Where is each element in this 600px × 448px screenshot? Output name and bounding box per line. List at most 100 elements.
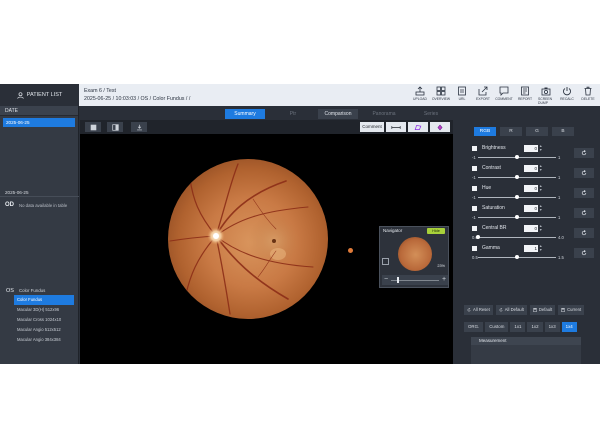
stepper-arrows-icon[interactable]: ▲ ▼ <box>539 164 542 172</box>
series-item-angio-512[interactable]: Macular Angio 512x512 <box>14 325 79 335</box>
adjust-knob[interactable] <box>515 155 519 159</box>
export-icon <box>478 86 488 96</box>
save-icon <box>561 308 565 312</box>
zoom-slider[interactable]: − + <box>382 275 448 285</box>
navigator-thumbnail[interactable] <box>398 237 432 271</box>
series-item-macular-cross[interactable]: Macular Cross 1024x10 <box>14 315 79 325</box>
current-button[interactable]: Current <box>558 305 585 315</box>
url-button[interactable]: URL <box>454 86 470 105</box>
recalc-button[interactable]: RECALC <box>559 86 575 105</box>
tab-ptr[interactable]: Ptr <box>273 109 313 119</box>
adjust-reset-button[interactable] <box>574 188 594 198</box>
stepper-arrows-icon[interactable]: ▲ ▼ <box>539 184 542 192</box>
adjust-knob[interactable] <box>515 175 519 179</box>
stepper-arrows-icon[interactable]: ▲ ▼ <box>539 204 542 212</box>
tab-comparison[interactable]: Comparison <box>318 109 358 119</box>
series-item-angio-384[interactable]: Macular Angio 384x384 <box>14 335 79 345</box>
download-button[interactable] <box>131 122 147 132</box>
stepper-arrows-icon[interactable]: ▲ ▼ <box>539 244 542 252</box>
enable-checkbox[interactable] <box>472 206 477 211</box>
patient-list-label: PATIENT LIST <box>26 92 63 98</box>
enable-checkbox[interactable] <box>472 246 477 251</box>
zoom-knob[interactable] <box>396 277 399 283</box>
adjust-knob[interactable] <box>515 255 519 259</box>
enable-checkbox[interactable] <box>472 226 477 231</box>
adjust-value-input[interactable]: 0 <box>524 205 538 212</box>
main-toolbar: UPLOAD OVERVIEW URL EXPORT COMMENT REPOR… <box>412 86 596 105</box>
patient-list-button[interactable]: PATIENT LIST <box>0 84 79 106</box>
adjust-knob[interactable] <box>515 195 519 199</box>
adjust-value-input[interactable]: 0 <box>524 185 538 192</box>
adjust-track[interactable] <box>478 237 556 238</box>
comment-toolbar-button[interactable]: COMMENT <box>495 86 513 105</box>
all-reset-button[interactable]: All Reset <box>464 305 493 315</box>
series-item-color-fundus[interactable]: Color Fundus <box>14 295 74 305</box>
screen-dump-button[interactable]: SCREEN DUMP <box>538 86 554 105</box>
adjust-value-input[interactable]: 0 <box>524 145 538 152</box>
adjust-value-input[interactable]: 0 <box>524 225 538 232</box>
channel-tabs: RGB R G B <box>474 127 574 136</box>
adjust-reset-button[interactable] <box>574 228 594 238</box>
channel-g[interactable]: G <box>526 127 548 136</box>
image-viewer[interactable]: Comment Navigator Hide 23% − + <box>80 120 453 364</box>
fit-to-window-icon[interactable] <box>382 258 389 265</box>
adjust-knob[interactable] <box>515 215 519 219</box>
tab-panorama[interactable]: Panorama <box>364 109 404 119</box>
adjust-reset-button[interactable] <box>574 148 594 158</box>
refresh-icon <box>581 170 587 176</box>
view-1x3[interactable]: 1x3 <box>544 322 560 332</box>
comment-button[interactable]: Comment <box>360 122 384 132</box>
left-panel: DATE 2025-06-25 2025-06-25 OD No data av… <box>0 106 79 364</box>
enable-checkbox[interactable] <box>472 146 477 151</box>
view-org[interactable]: ORG. <box>464 322 484 332</box>
export-button[interactable]: EXPORT <box>475 86 491 105</box>
reset-icon <box>499 308 503 312</box>
adjust-knob[interactable] <box>476 235 480 239</box>
refresh-icon <box>581 210 587 216</box>
delete-button[interactable]: DELETE <box>580 86 596 105</box>
default-button[interactable]: Default <box>529 305 556 315</box>
measure-line-button[interactable] <box>386 122 406 132</box>
enable-checkbox[interactable] <box>472 166 477 171</box>
adjust-reset-button[interactable] <box>574 168 594 178</box>
app-window: PATIENT LIST Exam 6 / Test 2025-06-25 / … <box>0 84 600 364</box>
series-item-macular-3d[interactable]: Macular 3D(H) 512x96 <box>14 305 79 315</box>
adjust-label: Hue <box>482 185 492 191</box>
split-view-button[interactable] <box>107 122 123 132</box>
selected-date-row[interactable]: 2025-06-25 <box>3 118 75 127</box>
zoom-in-icon[interactable]: + <box>440 275 448 285</box>
upload-button[interactable]: UPLOAD <box>412 86 428 105</box>
tab-series[interactable]: Series <box>411 109 451 119</box>
adjust-max: 1 <box>558 195 561 200</box>
adjust-min: -1 <box>472 155 476 160</box>
draw-area-button[interactable] <box>430 122 450 132</box>
stepper-arrows-icon[interactable]: ▲ ▼ <box>539 144 542 152</box>
report-button[interactable]: REPORT <box>517 86 533 105</box>
draw-polygon-button[interactable] <box>408 122 428 132</box>
adjust-value-input[interactable]: 1 <box>524 245 538 252</box>
overview-button[interactable]: OVERVIEW <box>432 86 450 105</box>
adjust-reset-button[interactable] <box>574 208 594 218</box>
tab-summary[interactable]: Summary <box>225 109 265 119</box>
adjust-label: Brightness <box>482 145 506 151</box>
measurement-title: Measurement <box>471 337 581 345</box>
channel-r[interactable]: R <box>500 127 522 136</box>
stepper-arrows-icon[interactable]: ▲ ▼ <box>539 224 542 232</box>
view-1x4[interactable]: 1x4 <box>561 322 577 332</box>
adjust-saturation: Saturation 0 ▲ ▼ -1 1 <box>472 204 598 225</box>
view-1x1[interactable]: 1x1 <box>510 322 526 332</box>
enable-checkbox[interactable] <box>472 186 477 191</box>
exam-details: 2025-06-25 / 10:03:03 / OS / Color Fundu… <box>84 96 191 102</box>
channel-b[interactable]: B <box>552 127 574 136</box>
zoom-out-icon[interactable]: − <box>382 275 390 285</box>
hide-navigator-button[interactable]: Hide <box>427 228 445 234</box>
channel-rgb[interactable]: RGB <box>474 127 496 136</box>
all-default-button[interactable]: All Default <box>495 305 527 315</box>
fundus-image[interactable] <box>168 159 328 319</box>
adjust-value-input[interactable]: 0 <box>524 165 538 172</box>
adjust-reset-button[interactable] <box>574 248 594 258</box>
view-1x2[interactable]: 1x2 <box>527 322 543 332</box>
adjust-max: 1.5 <box>558 255 564 260</box>
view-custom[interactable]: Custom <box>485 322 509 332</box>
single-view-button[interactable] <box>85 122 101 132</box>
